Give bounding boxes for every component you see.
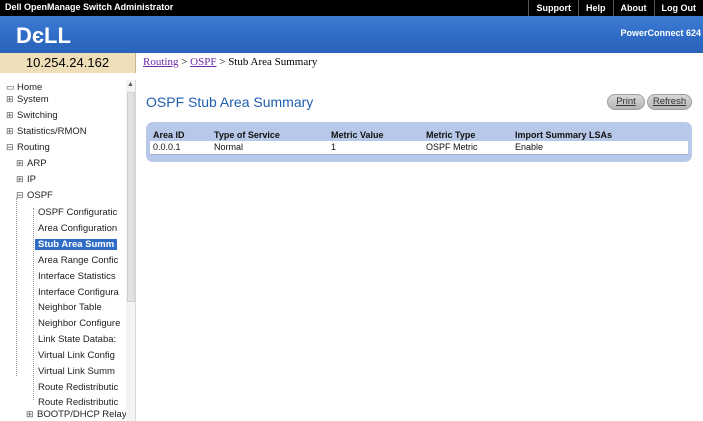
nav-ospf-configuration[interactable]: OSPF Configuratic bbox=[38, 207, 117, 218]
breadcrumb: Routing > OSPF > Stub Area Summary bbox=[143, 56, 318, 68]
nav-virtual-link-summary[interactable]: Virtual Link Summ bbox=[38, 366, 115, 377]
main-content: OSPF Stub Area Summary Print Refresh Are… bbox=[137, 80, 703, 421]
col-metric-type: Metric Type bbox=[426, 129, 476, 140]
nav-neighbor-table[interactable]: Neighbor Table bbox=[38, 302, 102, 313]
nav-stub-area-summary[interactable]: Stub Area Summ bbox=[35, 239, 118, 250]
nav-tree: ▭ Home ⊞ System ⊞ Switching ⊞ Statistics/RMO… bbox=[0, 80, 136, 421]
table-header-row: Area ID Type of Service Metric Value Met… bbox=[150, 128, 688, 141]
help-link[interactable]: Help bbox=[577, 0, 613, 16]
stub-area-table: Area ID Type of Service Metric Value Met… bbox=[150, 128, 688, 155]
breadcrumb-current: Stub Area Summary bbox=[228, 56, 318, 68]
support-link[interactable]: Support bbox=[528, 0, 578, 16]
scroll-thumb[interactable] bbox=[127, 92, 135, 302]
header-banner: DєLL PowerConnect 624 bbox=[0, 16, 703, 53]
expand-icon[interactable]: ⊞ bbox=[16, 158, 27, 169]
top-bar: Dell OpenManage Switch Administrator Sup… bbox=[0, 0, 703, 16]
table-row: 0.0.0.1 Normal 1 OSPF Metric Enable bbox=[150, 141, 688, 155]
expand-icon[interactable]: ⊞ bbox=[6, 94, 17, 105]
nav-switching[interactable]: ⊞ Switching bbox=[6, 110, 58, 121]
expand-icon[interactable]: ⊞ bbox=[16, 174, 27, 185]
nav-system[interactable]: ⊞ System bbox=[6, 94, 49, 105]
nav-ospf[interactable]: ⊟ OSPF bbox=[16, 190, 53, 201]
stub-area-table-panel: Area ID Type of Service Metric Value Met… bbox=[146, 122, 692, 162]
dell-logo: DєLL bbox=[16, 23, 71, 47]
col-type-of-service: Type of Service bbox=[214, 129, 280, 140]
nav-arp[interactable]: ⊞ ARP bbox=[16, 158, 47, 169]
nav-virtual-link-configuration[interactable]: Virtual Link Config bbox=[38, 350, 115, 361]
col-import-summary-lsas: Import Summary LSAs bbox=[515, 129, 613, 140]
refresh-button[interactable]: Refresh bbox=[647, 94, 692, 110]
breadcrumb-ospf[interactable]: OSPF bbox=[190, 56, 216, 68]
col-metric-value: Metric Value bbox=[331, 129, 384, 140]
print-button[interactable]: Print bbox=[607, 94, 645, 110]
nav-area-range-configuration[interactable]: Area Range Confic bbox=[38, 255, 118, 266]
expand-icon[interactable]: ⊞ bbox=[26, 409, 37, 420]
nav-ip[interactable]: ⊞ IP bbox=[16, 174, 36, 185]
nav-route-redistribution-config[interactable]: Route Redistributic bbox=[38, 382, 118, 393]
nav-area-configuration[interactable]: Area Configuration bbox=[38, 223, 117, 234]
top-links: Support Help About Log Out bbox=[528, 0, 703, 16]
nav-routing[interactable]: ⊟ Routing bbox=[6, 142, 50, 153]
cell-import-summary-lsas: Enable bbox=[512, 141, 688, 155]
nav-statistics-rmon[interactable]: ⊞ Statistics/RMON bbox=[6, 126, 87, 137]
nav-route-redistribution-summary[interactable]: Route Redistributic bbox=[38, 397, 118, 408]
nav-interface-statistics[interactable]: Interface Statistics bbox=[38, 271, 116, 282]
svg-text:DєLL: DєLL bbox=[16, 23, 71, 47]
nav-neighbor-configuration[interactable]: Neighbor Configure bbox=[38, 318, 120, 329]
scroll-up-icon[interactable]: ▲ bbox=[127, 81, 134, 88]
nav-link-state-database[interactable]: Link State Databa: bbox=[38, 334, 116, 345]
nav-interface-configuration[interactable]: Interface Configura bbox=[38, 287, 119, 298]
log-out-link[interactable]: Log Out bbox=[653, 0, 703, 16]
nav-home[interactable]: ▭ Home bbox=[6, 82, 42, 93]
col-area-id: Area ID bbox=[153, 129, 185, 140]
collapse-icon[interactable]: ⊟ bbox=[6, 142, 17, 153]
breadcrumb-routing[interactable]: Routing bbox=[143, 56, 178, 68]
cell-area-id: 0.0.0.1 bbox=[150, 141, 211, 155]
product-name: PowerConnect 624 bbox=[620, 28, 701, 38]
cell-metric-value: 1 bbox=[328, 141, 423, 155]
app-title: Dell OpenManage Switch Administrator bbox=[5, 2, 174, 12]
page-title: OSPF Stub Area Summary bbox=[146, 94, 314, 110]
about-link[interactable]: About bbox=[612, 0, 654, 16]
expand-icon[interactable]: ⊞ bbox=[6, 110, 17, 121]
collapse-icon[interactable]: ⊟ bbox=[16, 190, 27, 201]
info-row: 10.254.24.162 Routing > OSPF > Stub Area… bbox=[0, 53, 703, 73]
tree-line bbox=[16, 198, 17, 376]
cell-metric-type: OSPF Metric bbox=[423, 141, 512, 155]
cell-type-of-service: Normal bbox=[211, 141, 328, 155]
expand-icon[interactable]: ⊞ bbox=[6, 126, 17, 137]
tree-line bbox=[33, 208, 34, 400]
nav-bootp-dhcp-relay[interactable]: ⊞ BOOTP/DHCP Relay bbox=[26, 409, 127, 420]
device-ip: 10.254.24.162 bbox=[0, 53, 136, 73]
home-icon: ▭ bbox=[6, 82, 15, 92]
nav-scrollbar[interactable]: ▲ bbox=[126, 80, 135, 421]
